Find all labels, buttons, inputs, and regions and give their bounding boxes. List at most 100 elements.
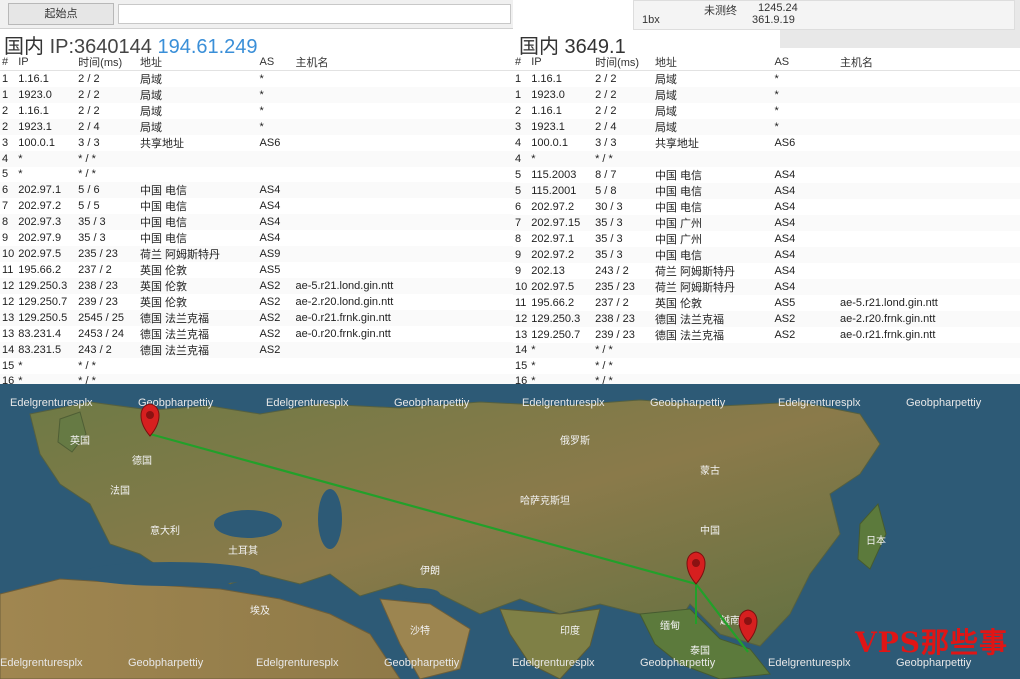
- table-cell: 129.250.7: [531, 328, 581, 341]
- table-row[interactable]: 11 195.66.2 237 / 2 英国 伦敦 AS5 ae-5.r21.lond.g…: [513, 295, 1020, 311]
- table-cell: 中国 电信: [140, 201, 188, 213]
- table-row[interactable]: 14 * * / *: [513, 342, 1020, 358]
- table-row[interactable]: 2 1.16.1 2 / 2 局域 *: [513, 103, 1020, 119]
- table-row[interactable]: 12 129.250.7 239 / 23 英国 伦敦 AS2 ae-2.r20.lond…: [0, 294, 513, 310]
- table-row[interactable]: 6 202.97.1 5 / 6 中国 电信 AS4: [0, 182, 513, 198]
- table-row[interactable]: 1 1.16.1 2 / 2 局域 *: [513, 71, 1020, 88]
- table-cell: 德国 法兰克福: [138, 310, 258, 326]
- table-cell: 13: [515, 328, 528, 341]
- table-row[interactable]: 16 * * / *: [0, 373, 513, 384]
- table-row[interactable]: 9 202.13 243 / 2 荷兰 阿姆斯特丹 AS4: [513, 263, 1020, 279]
- start-button[interactable]: 起始点: [8, 3, 114, 25]
- table-row[interactable]: 3 1923.1 2 / 4 局域 *: [513, 119, 1020, 135]
- table-cell: 局域: [652, 87, 773, 103]
- caspian-sea: [318, 489, 342, 549]
- table-row[interactable]: 9 202.97.9 35 / 3 中国 电信 AS4: [0, 230, 513, 246]
- table-row[interactable]: 4 * * / *: [0, 151, 513, 167]
- table-row[interactable]: 3 100.0.1 3 / 3 共享地址 AS6: [0, 135, 513, 151]
- table-row[interactable]: 11 195.66.2 237 / 2 英国 伦敦 AS5: [0, 262, 513, 278]
- column-header[interactable]: 地址: [652, 54, 773, 71]
- map-topo-label: Edelgrenturesplx: [10, 397, 93, 409]
- table-cell: AS9: [257, 246, 294, 262]
- table-row[interactable]: 12 129.250.3 238 / 23 德国 法兰克福 AS2 ae-2.r20.fr…: [513, 310, 1020, 327]
- table-cell: 239 / 23: [78, 296, 118, 308]
- table-row[interactable]: 15 * * / *: [0, 358, 513, 374]
- table-cell: 2: [515, 105, 522, 117]
- table-row[interactable]: 1 1923.0 2 / 2 局域 *: [513, 87, 1020, 103]
- table-cell: [838, 151, 1020, 167]
- table-cell: 129.250.7: [18, 296, 68, 308]
- map-topo-labels-bottom: Edelgrenturesplx Geobpharpettiy Edelgrentu…: [0, 657, 972, 669]
- table-cell: 129.250.3: [529, 310, 594, 327]
- table-cell: *: [18, 359, 23, 372]
- table-cell: 共享地址: [654, 138, 699, 150]
- table-row[interactable]: 13 83.231.4 2453 / 24 德国 法兰克福 AS2 ae-0.r20.fr…: [0, 326, 513, 342]
- route-map[interactable]: Edelgrenturesplx Geobpharpettiy Edelgrentu…: [0, 384, 1020, 679]
- table-cell: 局域: [140, 74, 162, 86]
- table-cell: *: [18, 168, 23, 181]
- table-cell: 1.16.1: [18, 105, 49, 117]
- column-header[interactable]: 主机名: [838, 54, 1020, 71]
- table-row[interactable]: 7 202.97.15 35 / 3 中国 广州 AS4: [513, 214, 1020, 231]
- table-cell: [138, 167, 258, 183]
- table-cell: [838, 71, 1020, 88]
- column-header[interactable]: #: [0, 54, 17, 71]
- table-cell: AS4: [257, 214, 294, 230]
- column-header[interactable]: AS: [257, 54, 294, 71]
- table-cell: *: [774, 73, 779, 85]
- table-cell: [838, 246, 1020, 263]
- table-row[interactable]: 13 129.250.5 2545 / 25 德国 法兰克福 AS2 ae-0.r21.f…: [0, 310, 513, 326]
- table-cell: 2 / 2: [78, 73, 100, 85]
- column-header[interactable]: 时间(ms): [76, 54, 138, 71]
- table-cell: 中国 电信: [654, 169, 702, 182]
- column-header[interactable]: 时间(ms): [593, 54, 653, 71]
- table-cell: [653, 358, 773, 374]
- status-top: 未测终: [704, 5, 737, 17]
- table-row[interactable]: 13 129.250.7 239 / 23 德国 法兰克福 AS2 ae-0.r21.fr…: [513, 327, 1020, 343]
- table-row[interactable]: 12 129.250.3 238 / 23 英国 伦敦 AS2 ae-5.r21.lond…: [0, 278, 513, 294]
- table-cell: * / *: [78, 168, 96, 181]
- table-row[interactable]: 6 202.97.2 30 / 3 中国 电信 AS4: [513, 199, 1020, 215]
- table-row[interactable]: 5 115.2001 5 / 8 中国 电信 AS4: [513, 182, 1020, 199]
- table-row[interactable]: 4 100.0.1 3 / 3 共享地址 AS6: [513, 135, 1020, 151]
- table-row[interactable]: 14 83.231.5 243 / 2 德国 法兰克福 AS2: [0, 342, 513, 358]
- table-cell: 中国 电信: [138, 214, 258, 230]
- table-row[interactable]: 7 202.97.2 5 / 5 中国 电信 AS4: [0, 198, 513, 214]
- column-header[interactable]: 地址: [138, 54, 258, 71]
- table-row[interactable]: 9 202.97.2 35 / 3 中国 电信 AS4: [513, 246, 1020, 263]
- table-row[interactable]: 1 1923.0 2 / 2 局域 *: [0, 87, 513, 103]
- table-row[interactable]: 10 202.97.5 235 / 23 荷兰 阿姆斯特丹 AS4: [513, 278, 1020, 295]
- country-label: 埃及: [250, 604, 270, 617]
- table-row[interactable]: 2 1.16.1 2 / 2 局域 *: [0, 103, 513, 119]
- table-row[interactable]: 16 * * / *: [513, 373, 1020, 384]
- table-cell: ae-5.r21.lond.gin.ntt: [840, 296, 938, 309]
- table-cell: *: [16, 373, 77, 384]
- table-cell: 202.97.5: [16, 246, 77, 262]
- table-cell: *: [529, 373, 594, 384]
- table-row[interactable]: 1 1.16.1 2 / 2 局域 *: [0, 71, 513, 88]
- table-row[interactable]: 8 202.97.3 35 / 3 中国 电信 AS4: [0, 214, 513, 230]
- column-header[interactable]: #: [513, 54, 530, 71]
- table-cell: [772, 358, 838, 374]
- target-input[interactable]: [118, 4, 511, 24]
- table-cell: 3 / 3: [78, 137, 100, 149]
- table-row[interactable]: 10 202.97.5 235 / 23 荷兰 阿姆斯特丹 AS9: [0, 246, 513, 262]
- table-row[interactable]: 4 * * / *: [513, 151, 1020, 167]
- country-label: 意大利: [150, 524, 180, 537]
- table-row[interactable]: 2 1923.1 2 / 4 局域 *: [0, 119, 513, 135]
- table-row[interactable]: 5 * * / *: [0, 167, 513, 183]
- table-row[interactable]: 5 115.2003 8 / 7 中国 电信 AS4: [513, 167, 1020, 183]
- map-topo-label: Geobpharpettiy: [394, 397, 470, 409]
- table-cell: [838, 263, 1020, 279]
- table-row[interactable]: 8 202.97.1 35 / 3 中国 广州 AS4: [513, 231, 1020, 247]
- column-header[interactable]: IP: [16, 54, 77, 71]
- table-cell: 115.2003: [531, 168, 577, 181]
- column-header[interactable]: 主机名: [293, 54, 513, 71]
- table-cell: *: [529, 151, 594, 167]
- table-row[interactable]: 15 * * / *: [513, 358, 1020, 374]
- column-header[interactable]: AS: [772, 54, 839, 71]
- table-cell: AS4: [259, 200, 281, 212]
- table-cell: 1923.1: [529, 119, 594, 135]
- column-header[interactable]: IP: [529, 54, 594, 71]
- table-cell: [293, 198, 513, 214]
